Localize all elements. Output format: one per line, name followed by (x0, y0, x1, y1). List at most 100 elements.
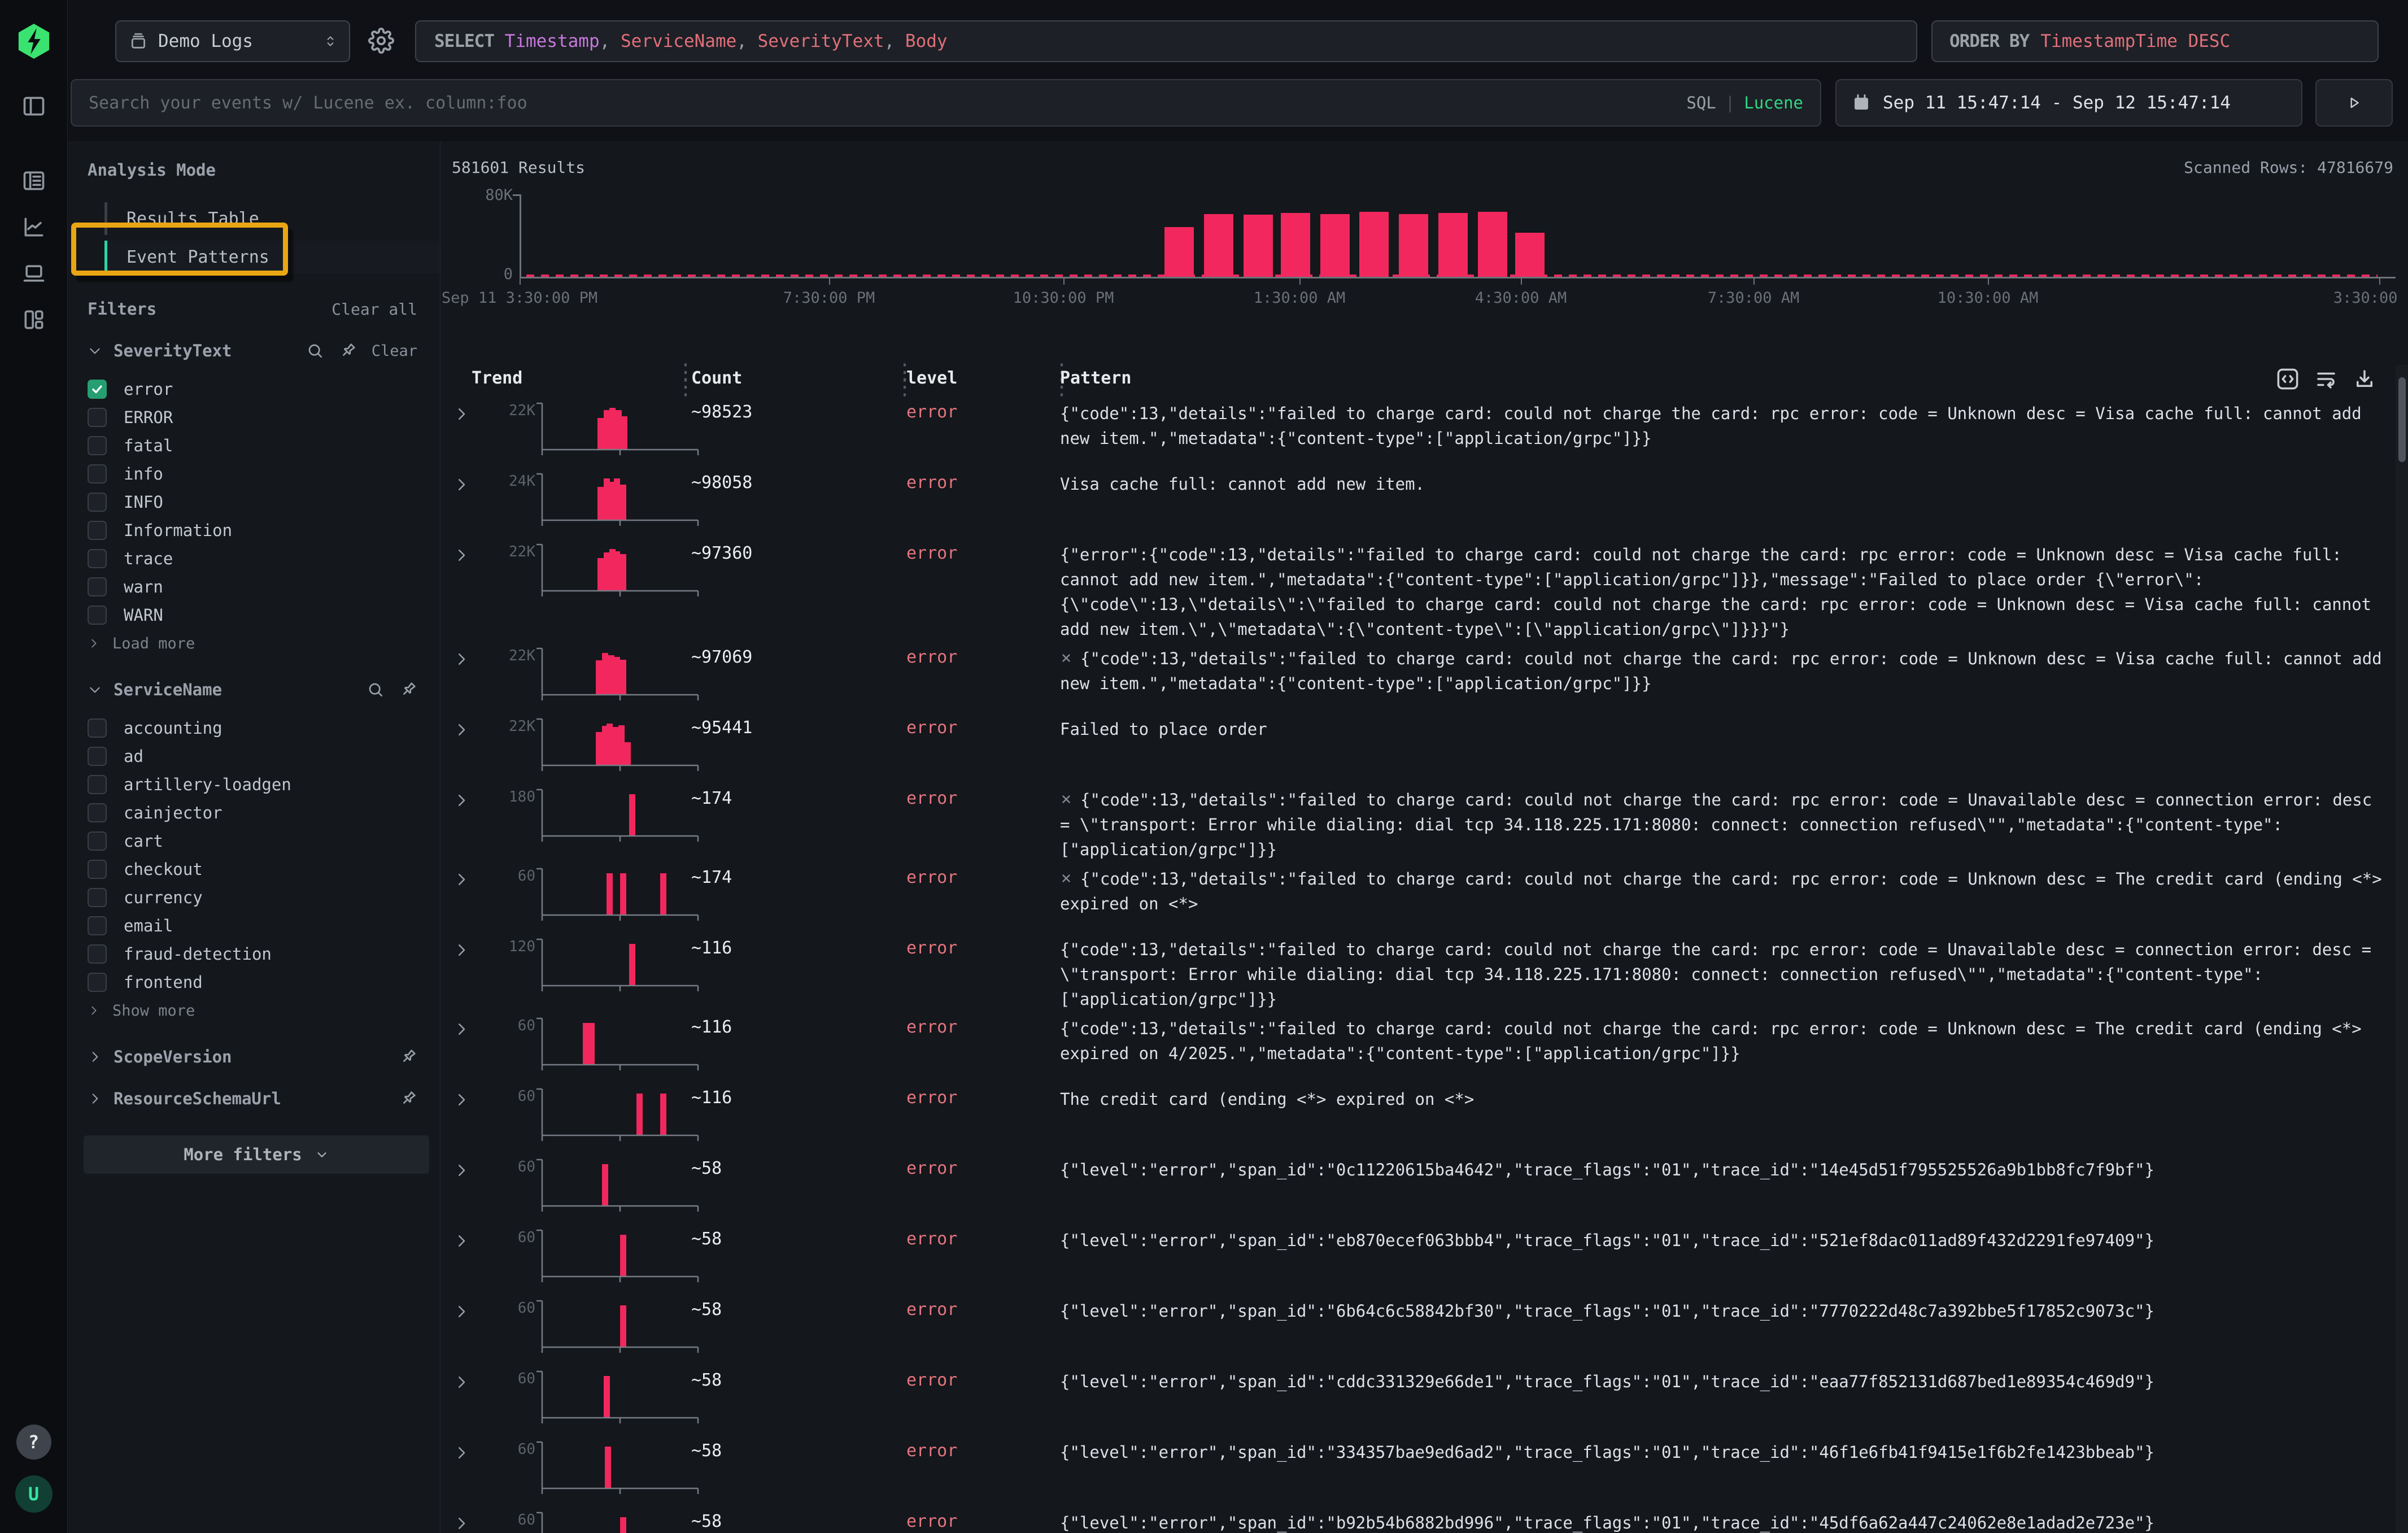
chevron-down-icon[interactable] (88, 682, 102, 697)
column-header-pattern[interactable]: Pattern (1060, 368, 1131, 388)
pattern-row[interactable]: 22K~97069error{"code":13,"details":"fail… (440, 642, 2385, 712)
checkbox[interactable] (88, 549, 107, 568)
pattern-text[interactable]: {"code":13,"details":"failed to charge c… (1060, 866, 2385, 916)
checkbox[interactable] (88, 831, 107, 851)
sidebar-toggle-icon[interactable] (20, 93, 47, 120)
chart-explorer-icon[interactable] (20, 214, 47, 241)
pattern-row[interactable]: 60~58error{"level":"error","span_id":"eb… (440, 1223, 2385, 1294)
checkbox[interactable] (88, 577, 107, 596)
filter-option-warn[interactable]: warn (88, 573, 440, 601)
more-filters-button[interactable]: More filters (84, 1135, 429, 1174)
dismiss-pattern-icon[interactable] (1060, 652, 1072, 664)
pattern-text[interactable]: {"level":"error","span_id":"b92b54b6882b… (1060, 1510, 2385, 1533)
histogram-bar[interactable] (1478, 212, 1507, 277)
pattern-text[interactable]: {"code":13,"details":"failed to charge c… (1060, 787, 2385, 862)
pattern-row[interactable]: 24K~98058errorVisa cache full: cannot ad… (440, 467, 2385, 538)
pattern-row[interactable]: 60~58error{"level":"error","span_id":"cd… (440, 1365, 2385, 1435)
pattern-text[interactable]: {"code":13,"details":"failed to charge c… (1060, 401, 2385, 451)
search-logs-icon[interactable] (20, 167, 47, 194)
pattern-text[interactable]: {"code":13,"details":"failed to charge c… (1060, 937, 2385, 1012)
search-mode-lucene[interactable]: Lucene (1744, 93, 1803, 112)
order-by-input[interactable]: ORDER BY TimestampTime DESC (1931, 20, 2379, 62)
pattern-text[interactable]: {"level":"error","span_id":"cddc331329e6… (1060, 1369, 2385, 1394)
filter-group-header[interactable]: ScopeVersion (88, 1047, 440, 1066)
search-language-toggle[interactable]: SQL|Lucene (1686, 93, 1803, 112)
column-header-trend[interactable]: Trend (472, 368, 522, 388)
expand-row-button[interactable] (453, 1303, 470, 1320)
expand-row-button[interactable] (453, 871, 470, 888)
source-select[interactable]: Demo Logs (115, 20, 350, 62)
pin-icon[interactable] (399, 1090, 417, 1108)
filter-group-header[interactable]: SeverityTextClear (88, 341, 440, 360)
checkbox[interactable] (88, 860, 107, 879)
pin-icon[interactable] (399, 681, 417, 699)
pattern-text[interactable]: {"code":13,"details":"failed to charge c… (1060, 1016, 2385, 1066)
checkbox[interactable] (88, 747, 107, 766)
pattern-row[interactable]: 22K~95441errorFailed to place order (440, 712, 2385, 783)
pattern-row[interactable]: 60~116error{"code":13,"details":"failed … (440, 1012, 2385, 1082)
pattern-row[interactable]: 60~174error{"code":13,"details":"failed … (440, 862, 2385, 933)
checkbox[interactable] (88, 464, 107, 484)
expand-row-button[interactable] (453, 1021, 470, 1038)
histogram-bar[interactable] (1320, 214, 1350, 277)
pattern-text[interactable]: {"level":"error","span_id":"6b64c6c58842… (1060, 1299, 2385, 1323)
search-mode-sql[interactable]: SQL (1686, 93, 1716, 112)
filter-option-information[interactable]: Information (88, 516, 440, 545)
app-logo-icon[interactable] (16, 23, 51, 60)
wrap-lines-icon[interactable] (2313, 366, 2339, 392)
clear-all-filters-button[interactable]: Clear all (331, 300, 417, 319)
filter-option-trace[interactable]: trace (88, 545, 440, 573)
filter-option-warn[interactable]: WARN (88, 601, 440, 629)
filter-option-info[interactable]: INFO (88, 488, 440, 516)
expand-row-button[interactable] (453, 1233, 470, 1249)
filter-option-cart[interactable]: cart (88, 827, 440, 855)
checkbox[interactable] (88, 916, 107, 935)
pattern-text[interactable]: Failed to place order (1060, 717, 2385, 742)
results-histogram[interactable]: 80K 0 Sep 11 3:30:00 PM7:30:00 PM10:30:0… (440, 186, 2408, 305)
analysis-mode-item-results-table[interactable]: Results Table (104, 202, 440, 235)
checkbox[interactable] (88, 944, 107, 964)
chevron-right-icon[interactable] (88, 1091, 102, 1106)
pattern-row[interactable]: 22K~97360error{"error":{"code":13,"detai… (440, 538, 2385, 642)
expand-row-button[interactable] (453, 1374, 470, 1391)
expand-row-button[interactable] (453, 1162, 470, 1179)
filter-option-fatal[interactable]: fatal (88, 432, 440, 460)
filter-group-header[interactable]: ServiceName (88, 680, 440, 699)
source-settings-button[interactable] (364, 24, 398, 58)
expand-row-button[interactable] (453, 792, 470, 809)
chevron-right-icon[interactable] (88, 1049, 102, 1064)
pattern-row[interactable]: 60~58error{"level":"error","span_id":"6b… (440, 1294, 2385, 1365)
checkbox[interactable] (88, 493, 107, 512)
checkbox[interactable] (88, 718, 107, 738)
search-input[interactable]: Search your events w/ Lucene ex. column:… (71, 79, 1821, 127)
sessions-icon[interactable] (20, 260, 47, 287)
pattern-text[interactable]: The credit card (ending <*> expired on <… (1060, 1087, 2385, 1112)
expand-row-button[interactable] (453, 651, 470, 668)
histogram-bar[interactable] (1204, 214, 1233, 277)
filter-option-accounting[interactable]: accounting (88, 714, 440, 742)
histogram-bar[interactable] (1438, 213, 1468, 277)
expand-row-button[interactable] (453, 942, 470, 959)
select-clause-input[interactable]: SELECT Timestamp, ServiceName, SeverityT… (415, 20, 1917, 62)
pattern-text[interactable]: {"level":"error","span_id":"0c11220615ba… (1060, 1157, 2385, 1182)
filter-option-error[interactable]: error (88, 375, 440, 403)
pattern-row[interactable]: 60~58error{"level":"error","span_id":"b9… (440, 1506, 2385, 1533)
expand-row-button[interactable] (453, 476, 470, 493)
download-icon[interactable] (2352, 366, 2378, 392)
chevron-down-icon[interactable] (88, 343, 102, 358)
checkbox[interactable] (88, 436, 107, 455)
checkbox[interactable] (88, 803, 107, 822)
filter-option-cainjector[interactable]: cainjector (88, 799, 440, 827)
date-range-picker[interactable]: Sep 11 15:47:14 - Sep 12 15:47:14 (1835, 79, 2302, 127)
expand-row-button[interactable] (453, 406, 470, 423)
analysis-mode-item-event-patterns[interactable]: Event Patterns (104, 241, 440, 273)
expand-row-button[interactable] (453, 1091, 470, 1108)
pattern-text[interactable]: {"level":"error","span_id":"eb870ecef063… (1060, 1228, 2385, 1253)
code-view-icon[interactable] (2275, 366, 2301, 392)
vertical-scrollbar[interactable] (2396, 365, 2408, 1533)
dismiss-pattern-icon[interactable] (1060, 793, 1072, 805)
pattern-row[interactable]: 60~58error{"level":"error","span_id":"33… (440, 1435, 2385, 1506)
checkbox[interactable] (88, 775, 107, 794)
pin-icon[interactable] (339, 342, 357, 360)
expand-row-button[interactable] (453, 1515, 470, 1532)
